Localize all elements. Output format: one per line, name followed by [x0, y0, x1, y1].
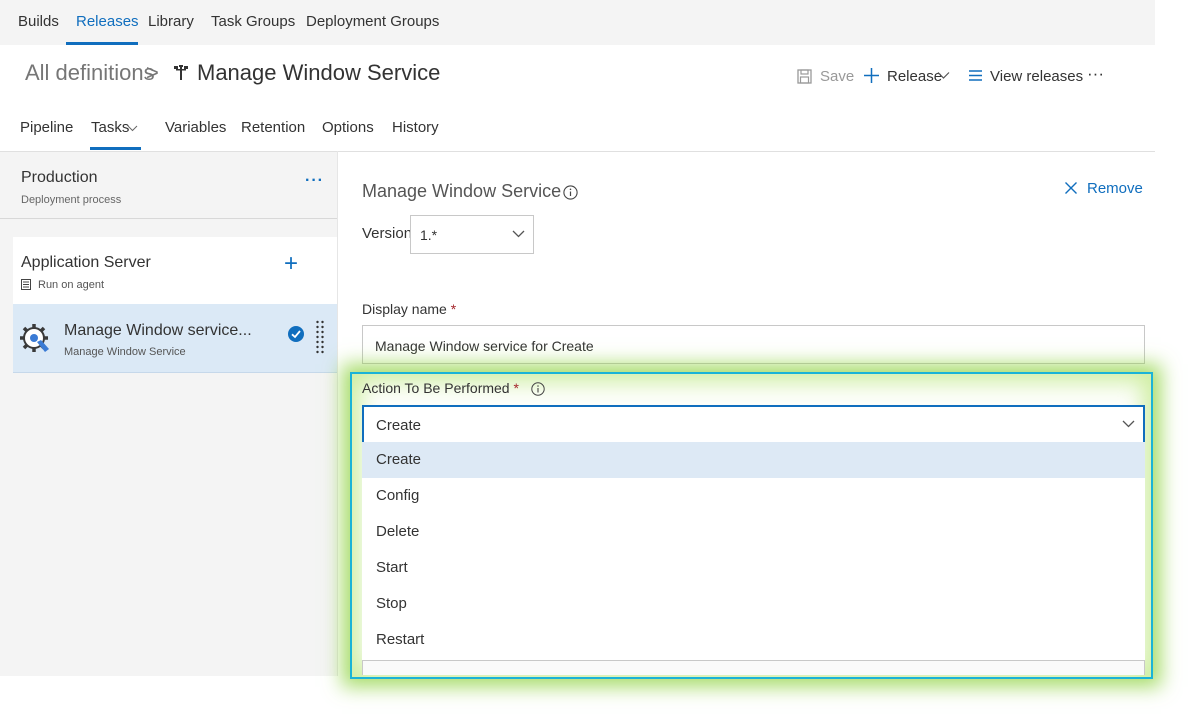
action-options-list: Create Config Delete Start Stop Restart: [362, 442, 1145, 672]
breadcrumb-all-definitions[interactable]: All definitions: [25, 60, 155, 86]
nav-library[interactable]: Library: [148, 13, 194, 30]
next-field-edge: [362, 660, 1145, 675]
page-title: Manage Window Service: [197, 60, 441, 85]
release-definition-icon: [174, 65, 188, 80]
action-dropdown-value: Create: [376, 417, 422, 434]
task-panel-title: Manage Window Service: [362, 181, 562, 201]
option-create[interactable]: Create: [362, 442, 1145, 478]
check-circle-icon[interactable]: [288, 326, 304, 342]
nav-releases[interactable]: Releases: [76, 13, 139, 30]
nav-builds[interactable]: Builds: [18, 13, 59, 30]
nav-deployment-groups[interactable]: Deployment Groups: [306, 13, 439, 30]
list-icon: [969, 70, 982, 81]
phase-subtitle: Run on agent: [38, 279, 105, 291]
view-releases-button[interactable]: View releases: [990, 68, 1083, 85]
chevron-down-icon: [512, 230, 525, 238]
tab-variables[interactable]: Variables: [165, 119, 226, 136]
tasks-left-pane: [0, 151, 337, 676]
pane-divider: [337, 151, 338, 676]
phase-title: Application Server: [21, 254, 151, 271]
action-dropdown[interactable]: Create: [362, 405, 1145, 444]
option-delete[interactable]: Delete: [362, 514, 1145, 550]
version-label: Version: [362, 225, 413, 242]
task-item-selected[interactable]: Manage Window service... Manage Window S…: [13, 304, 337, 373]
version-select[interactable]: 1.*: [410, 215, 534, 254]
version-value: 1.*: [420, 227, 438, 243]
display-name-label: Display name *: [362, 301, 457, 317]
option-restart[interactable]: Restart: [362, 622, 1145, 658]
tab-tasks[interactable]: Tasks: [91, 119, 129, 136]
agent-icon: [21, 279, 31, 290]
more-actions-icon[interactable]: ···: [1087, 64, 1104, 84]
top-navigation: Builds Releases Library Task Groups Depl…: [0, 0, 1155, 45]
tab-history[interactable]: History: [392, 119, 439, 136]
action-label: Action To Be Performed *: [362, 380, 519, 396]
nav-task-groups[interactable]: Task Groups: [211, 13, 295, 30]
option-stop[interactable]: Stop: [362, 586, 1145, 622]
tab-options[interactable]: Options: [322, 119, 374, 136]
option-start[interactable]: Start: [362, 550, 1145, 586]
plus-icon: [864, 68, 879, 83]
remove-label: Remove: [1087, 180, 1143, 197]
display-name-field[interactable]: Manage Window service for Create: [362, 325, 1145, 364]
tab-retention[interactable]: Retention: [241, 119, 305, 136]
agent-phase[interactable]: Application Server Run on agent +: [13, 237, 337, 304]
environment-title: Production: [21, 169, 98, 186]
add-task-icon[interactable]: +: [284, 252, 298, 276]
info-icon[interactable]: [563, 185, 578, 200]
tasks-chevron-down-icon[interactable]: [127, 125, 138, 132]
task-title: Manage Window service...: [64, 322, 252, 339]
task-subtitle: Manage Window Service: [64, 346, 186, 358]
close-icon: [1065, 182, 1077, 194]
chevron-down-icon[interactable]: [937, 71, 950, 80]
environment-subtitle: Deployment process: [21, 194, 122, 206]
drag-handle-icon[interactable]: [315, 320, 325, 356]
save-button[interactable]: Save: [820, 68, 854, 85]
tab-pipeline[interactable]: Pipeline: [20, 119, 73, 136]
environment-more-icon[interactable]: ···: [305, 172, 324, 190]
breadcrumb-separator: >: [146, 60, 159, 85]
action-info-icon[interactable]: [531, 382, 545, 396]
active-nav-indicator: [66, 42, 138, 45]
save-icon: [797, 69, 812, 84]
chevron-down-icon: [1122, 420, 1135, 428]
active-tab-indicator: [90, 147, 141, 150]
display-name-value: Manage Window service for Create: [375, 338, 594, 354]
release-button[interactable]: Release: [887, 68, 942, 85]
gear-icon: [20, 324, 49, 352]
environment-header[interactable]: Production Deployment process ···: [0, 152, 337, 219]
option-config[interactable]: Config: [362, 478, 1145, 514]
